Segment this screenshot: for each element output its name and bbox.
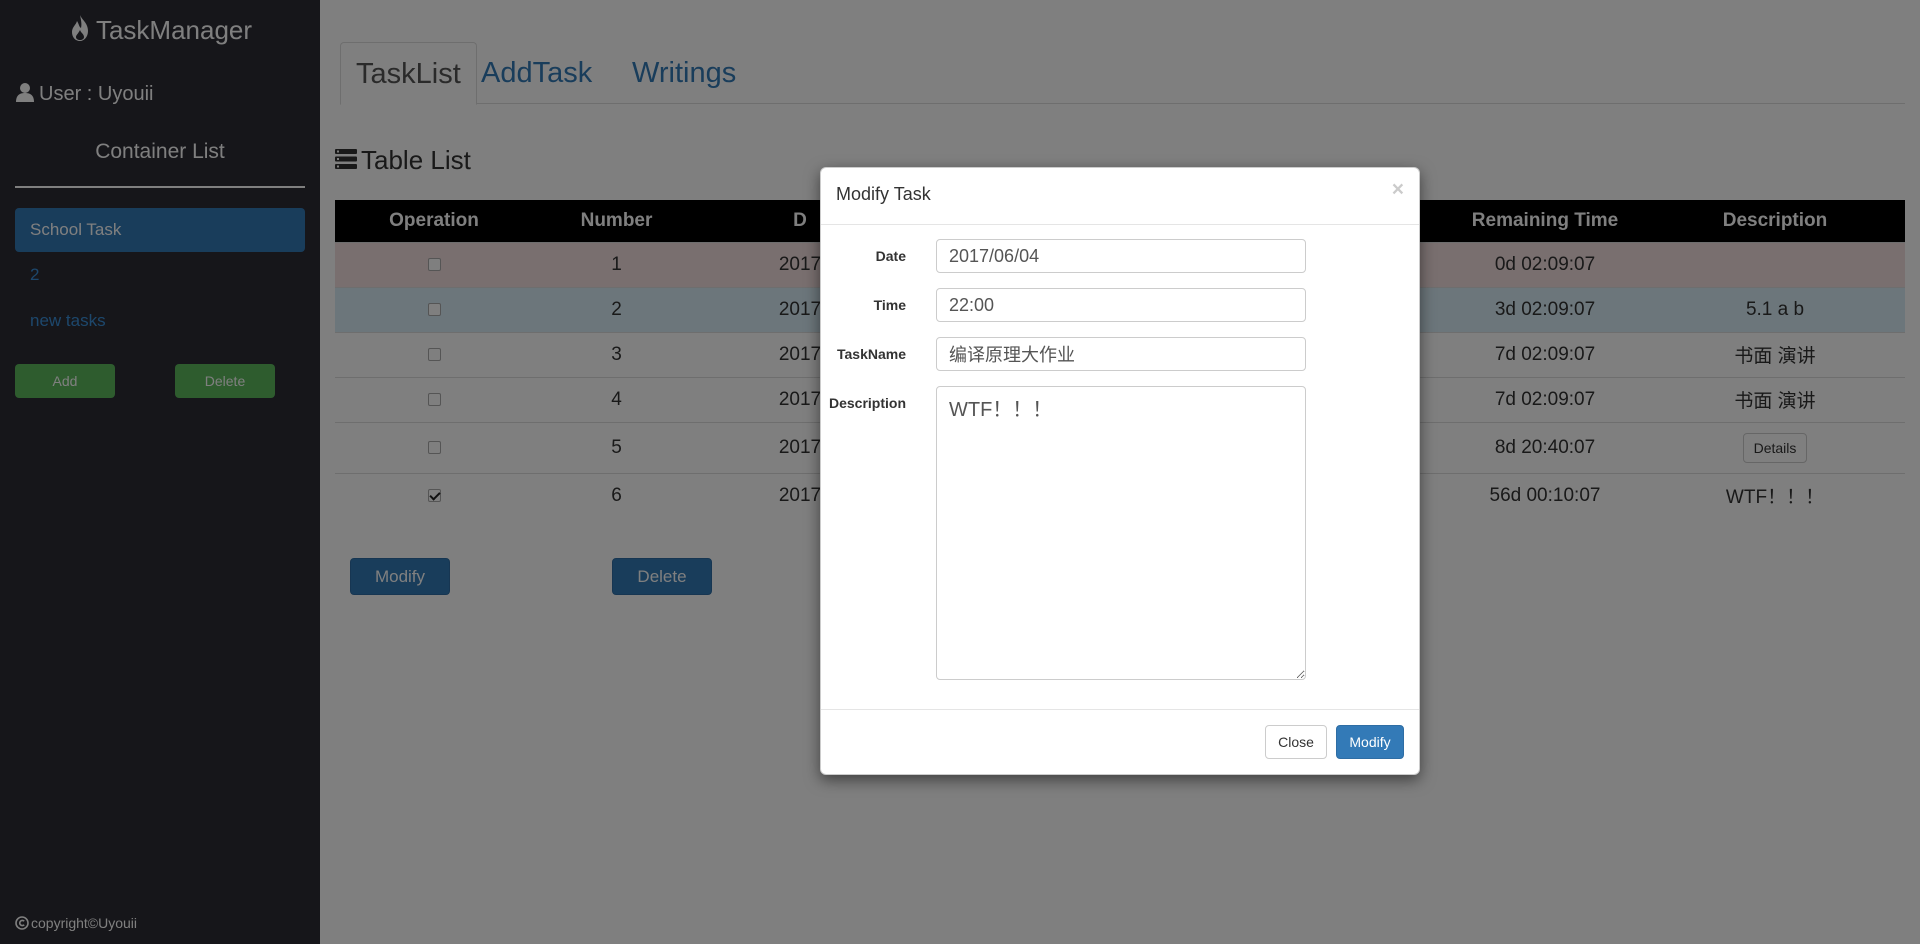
time-field[interactable] — [936, 288, 1306, 322]
taskname-field[interactable] — [936, 337, 1306, 371]
close-icon[interactable]: × — [1392, 179, 1404, 200]
modal-title: Modify Task — [836, 184, 931, 204]
date-label: Date — [875, 248, 906, 264]
close-button[interactable]: Close — [1265, 725, 1327, 759]
modify-task-modal: Modify Task × Date Time TaskName Descrip… — [820, 167, 1420, 775]
time-label: Time — [873, 297, 906, 313]
taskname-label: TaskName — [836, 346, 906, 362]
modal-footer: Close Modify — [821, 709, 1419, 774]
description-label: Description — [828, 395, 906, 411]
modal-header: Modify Task × — [821, 168, 1419, 225]
modify-submit-button[interactable]: Modify — [1336, 725, 1404, 759]
description-field[interactable]: WTF！！！ — [936, 386, 1306, 680]
date-field[interactable] — [936, 239, 1306, 273]
